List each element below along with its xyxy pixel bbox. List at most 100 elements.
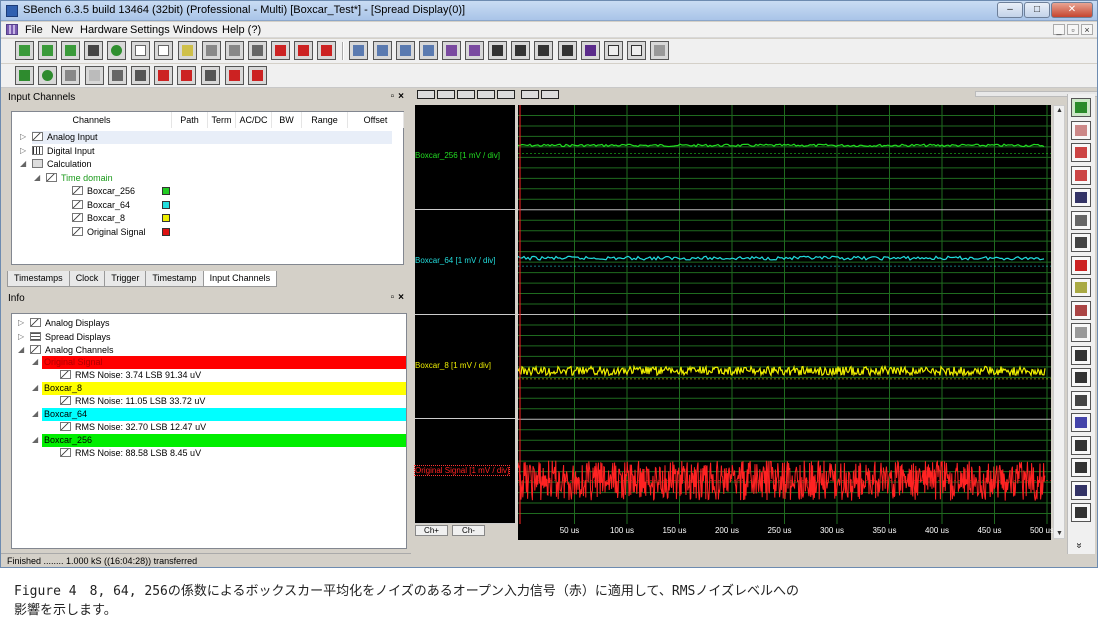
zoom-reset-icon[interactable]	[497, 90, 515, 99]
maximize-button[interactable]: □	[1024, 2, 1050, 18]
resize-icon[interactable]	[1071, 458, 1091, 477]
info-tree-item[interactable]: Analog Displays	[30, 317, 110, 330]
move-icon[interactable]	[1071, 368, 1091, 387]
vertical-layout-icon[interactable]	[534, 41, 553, 60]
layout-icon[interactable]	[1071, 503, 1091, 522]
export-red-icon[interactable]	[271, 41, 290, 60]
calc-red-icon[interactable]	[154, 66, 173, 85]
channel-lane[interactable]: Boxcar_256 [1 mV / div]	[415, 105, 515, 210]
export-binary-icon[interactable]	[248, 41, 267, 60]
tree-toggle-icon[interactable]: ▷	[20, 146, 26, 155]
plot-canvas[interactable]	[517, 105, 1051, 524]
analog-display-icon[interactable]	[349, 41, 368, 60]
tree-toggle-icon[interactable]: ◢	[32, 383, 38, 392]
input-channels-panel-controls[interactable]: ▫×	[391, 91, 408, 102]
tree-toggle-icon[interactable]: ◢	[20, 159, 26, 168]
channel-result-header[interactable]: Boxcar_8	[42, 382, 406, 395]
spread-display-plot[interactable]	[517, 105, 1051, 524]
tile-split-icon[interactable]	[627, 41, 646, 60]
channel-tree-item[interactable]: Calculation	[32, 158, 92, 171]
channel-lane[interactable]: Original Signal [1 mV / div]	[413, 419, 515, 524]
force-trigger-icon[interactable]	[85, 66, 104, 85]
tree-toggle-icon[interactable]: ◢	[32, 435, 38, 444]
zoom-area-icon[interactable]	[1071, 278, 1091, 297]
marker-right-icon[interactable]	[541, 90, 559, 99]
clear-icon[interactable]	[1071, 300, 1091, 320]
tile-full-icon[interactable]	[650, 41, 669, 60]
zoom-in-y-icon[interactable]	[457, 90, 475, 99]
column-offset[interactable]: Offset	[348, 112, 404, 128]
zoom-out-y-icon[interactable]	[477, 90, 495, 99]
channel-color-swatch[interactable]	[162, 200, 170, 209]
channel-color-swatch[interactable]	[162, 187, 170, 195]
tab-trigger[interactable]: Trigger	[104, 271, 147, 287]
save-icon[interactable]	[84, 41, 103, 60]
column-path[interactable]: Path	[172, 112, 208, 128]
mdi-close-button[interactable]: ×	[1081, 24, 1093, 35]
tree-toggle-icon[interactable]: ◢	[32, 409, 38, 418]
measure-icon[interactable]	[131, 66, 150, 85]
vertical-scrollbar[interactable]: ▲ ▼	[1053, 105, 1065, 539]
replay-icon[interactable]	[108, 66, 127, 85]
channel-tree-item[interactable]: Digital Input	[32, 145, 95, 158]
gear-icon[interactable]	[107, 41, 126, 60]
tab-clock[interactable]: Clock	[68, 271, 106, 287]
tree-toggle-icon[interactable]: ◢	[32, 357, 38, 366]
channel-lane[interactable]: Boxcar_8 [1 mV / div]	[415, 315, 515, 420]
chart-icon[interactable]	[1071, 165, 1091, 185]
calc-info-icon[interactable]	[201, 66, 220, 85]
calc-stat-icon[interactable]	[248, 66, 267, 85]
mdi-minimize-button[interactable]: _	[1053, 24, 1065, 35]
channel-color-swatch[interactable]	[162, 214, 170, 222]
tree-toggle-icon[interactable]: ▷	[18, 332, 24, 341]
tree-toggle-icon[interactable]: ◢	[34, 173, 40, 182]
tab-timestamps[interactable]: Timestamps	[7, 271, 70, 287]
menu-hardware[interactable]: Hardware	[80, 24, 128, 36]
column-acdc[interactable]: AC/DC	[236, 112, 272, 128]
zoom-in-x-icon[interactable]	[417, 90, 435, 99]
menu-new[interactable]: New	[51, 24, 73, 36]
spectrum-icon[interactable]	[1071, 413, 1091, 432]
input-channels-tree[interactable]: Channels Path Term AC/DC BW Range Offset…	[11, 111, 404, 265]
grid-settings-icon[interactable]	[1071, 143, 1091, 162]
tab-timestamp[interactable]: Timestamp	[145, 271, 204, 287]
tree-toggle-icon[interactable]: ▷	[20, 132, 26, 141]
column-term[interactable]: Term	[208, 112, 236, 128]
document-icon[interactable]	[131, 41, 150, 60]
digital-display-icon[interactable]	[373, 41, 392, 60]
start-icon[interactable]	[15, 66, 34, 85]
tab-input-channels[interactable]: Input Channels	[202, 271, 278, 287]
channel-tree-item[interactable]: Time domain	[46, 172, 113, 185]
export-wave-icon[interactable]	[317, 41, 336, 60]
open-card-icon[interactable]	[15, 41, 34, 60]
calc-bars-icon[interactable]	[177, 66, 196, 85]
list-icon[interactable]	[1071, 390, 1091, 410]
scroll-up-icon[interactable]: ▲	[1056, 107, 1063, 114]
mdi-restore-button[interactable]: ▫	[1067, 24, 1079, 35]
close-all-icon[interactable]	[581, 41, 600, 60]
tree-toggle-icon[interactable]: ▷	[18, 318, 24, 327]
channel-tree-item[interactable]: Original Signal	[72, 226, 146, 239]
line-icon[interactable]	[1071, 188, 1091, 207]
export-sbc-icon[interactable]	[202, 41, 221, 60]
minimize-button[interactable]: –	[997, 2, 1023, 18]
marker-left-icon[interactable]	[521, 90, 539, 99]
fft-display-icon[interactable]	[396, 41, 415, 60]
add-channel-button[interactable]: Ch+	[415, 525, 448, 536]
cross-icon[interactable]	[1071, 435, 1091, 455]
info-panel-controls[interactable]: ▫×	[391, 292, 408, 303]
channel-result-header[interactable]: Original Signal	[42, 356, 406, 369]
scroll-down-icon[interactable]: ▼	[1056, 530, 1063, 537]
horizontal-layout-icon[interactable]	[511, 41, 530, 60]
cursor-icon[interactable]	[1071, 120, 1091, 140]
menu-windows[interactable]: Windows	[173, 24, 218, 36]
scale-icon[interactable]	[1071, 255, 1091, 275]
tile-top-icon[interactable]	[604, 41, 623, 60]
channel-result-header[interactable]: Boxcar_256	[42, 434, 406, 447]
menu-file[interactable]: File	[25, 24, 43, 36]
menu-settings[interactable]: Settings	[130, 24, 170, 36]
menu-help[interactable]: Help (?)	[222, 24, 261, 36]
continuous-icon[interactable]	[38, 66, 57, 85]
open-file-icon[interactable]	[38, 41, 57, 60]
channel-lane[interactable]: Boxcar_64 [1 mV / div]	[415, 210, 515, 315]
